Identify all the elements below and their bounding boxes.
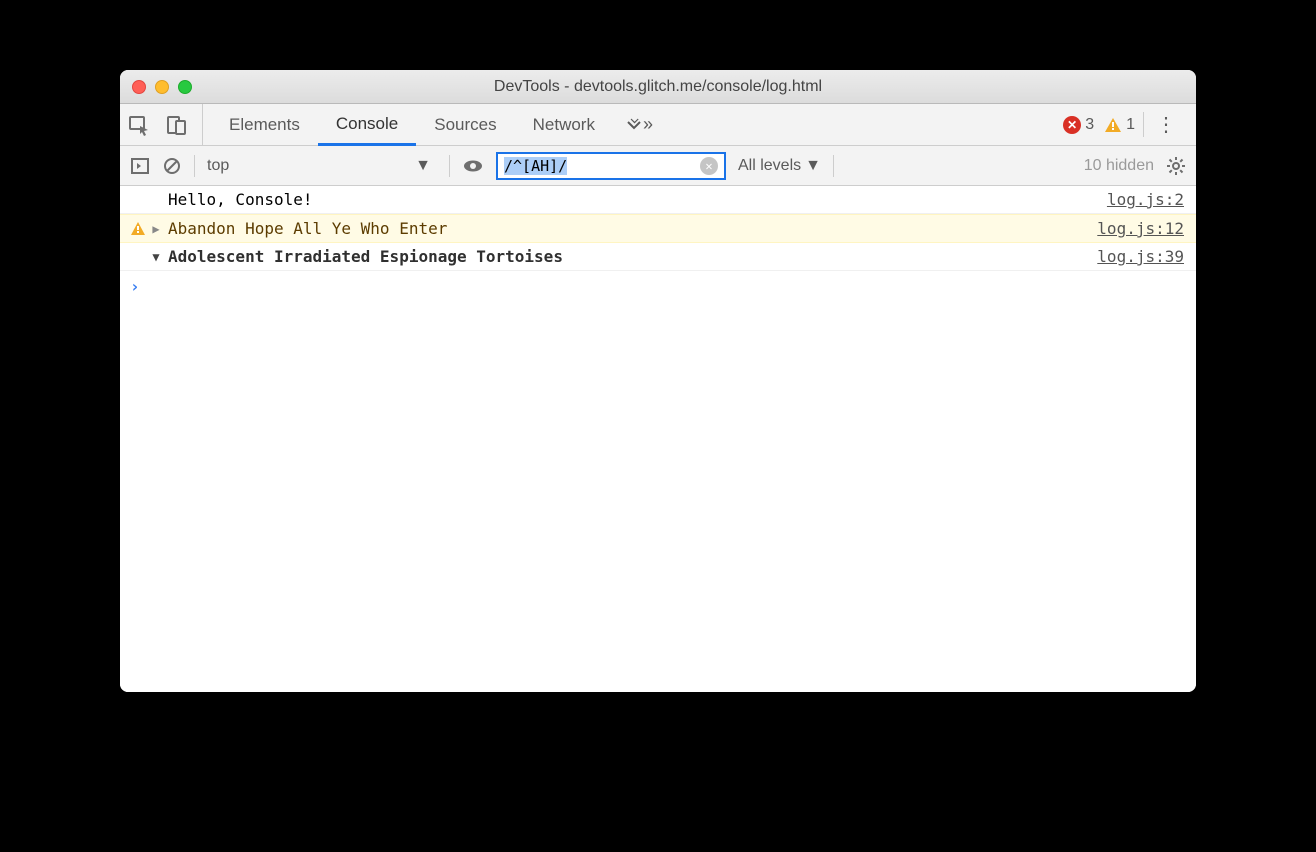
hidden-count[interactable]: 10 hidden (1084, 157, 1154, 175)
tab-network[interactable]: Network (515, 104, 613, 145)
chevron-down-icon: ▼ (415, 157, 431, 175)
console-settings-icon[interactable] (1166, 156, 1186, 176)
window-maximize-button[interactable] (178, 80, 192, 94)
disclosure-open-icon[interactable]: ▼ (148, 250, 164, 264)
panel-tabs: Elements Console Sources Network » (211, 104, 665, 145)
log-warning-row[interactable]: ▶ Abandon Hope All Ye Who Enter log.js:1… (120, 214, 1196, 243)
filter-value: /^[AH]/ (504, 157, 567, 175)
log-source-link[interactable]: log.js:39 (1097, 247, 1184, 266)
clear-console-icon[interactable] (162, 156, 182, 176)
traffic-lights (132, 80, 192, 94)
console-body[interactable]: Hello, Console! log.js:2 ▶ Abandon Hope … (120, 186, 1196, 692)
devtools-window: DevTools - devtools.glitch.me/console/lo… (120, 70, 1196, 692)
tabstrip: Elements Console Sources Network » ✕ 3 1… (120, 104, 1196, 146)
warning-icon (128, 221, 148, 237)
prompt-caret-icon: › (130, 277, 140, 296)
warning-count-value: 1 (1126, 116, 1135, 134)
error-icon: ✕ (1063, 116, 1081, 134)
log-message-row[interactable]: Hello, Console! log.js:2 (120, 186, 1196, 214)
chevron-down-icon: ▼ (805, 157, 821, 175)
window-minimize-button[interactable] (155, 80, 169, 94)
tab-sources[interactable]: Sources (416, 104, 514, 145)
disclosure-closed-icon[interactable]: ▶ (148, 222, 164, 236)
warning-count[interactable]: 1 (1104, 116, 1135, 134)
console-prompt[interactable]: › (120, 271, 1196, 302)
more-options-button[interactable]: ⋮ (1144, 112, 1188, 137)
titlebar: DevTools - devtools.glitch.me/console/lo… (120, 70, 1196, 104)
log-message-text: Adolescent Irradiated Espionage Tortoise… (164, 247, 1097, 266)
clear-filter-icon[interactable]: ✕ (700, 157, 718, 175)
context-value: top (207, 157, 229, 175)
log-group-row[interactable]: ▼ Adolescent Irradiated Espionage Tortoi… (120, 243, 1196, 271)
warning-icon (1104, 116, 1122, 134)
inspect-element-icon[interactable] (128, 114, 150, 136)
log-message-text: Abandon Hope All Ye Who Enter (164, 219, 1097, 238)
filter-input[interactable]: /^[AH]/ ✕ (496, 152, 726, 180)
levels-label: All levels (738, 157, 801, 175)
live-expression-icon[interactable] (462, 155, 484, 177)
log-message-text: Hello, Console! (164, 190, 1107, 209)
tab-console[interactable]: Console (318, 104, 416, 146)
window-close-button[interactable] (132, 80, 146, 94)
console-toolbar: top ▼ /^[AH]/ ✕ All levels ▼ 10 hidden (120, 146, 1196, 186)
error-count-value: 3 (1085, 116, 1094, 134)
window-title: DevTools - devtools.glitch.me/console/lo… (120, 78, 1196, 96)
device-toolbar-icon[interactable] (166, 114, 188, 136)
log-source-link[interactable]: log.js:2 (1107, 190, 1184, 209)
toggle-sidebar-icon[interactable] (130, 156, 150, 176)
more-tabs-button[interactable]: » (613, 104, 665, 145)
log-source-link[interactable]: log.js:12 (1097, 219, 1184, 238)
execution-context-selector[interactable]: top ▼ (207, 157, 437, 175)
status-indicators[interactable]: ✕ 3 1 (1063, 112, 1144, 137)
error-count[interactable]: ✕ 3 (1063, 116, 1094, 134)
tab-elements[interactable]: Elements (211, 104, 318, 145)
log-levels-selector[interactable]: All levels ▼ (738, 157, 821, 175)
